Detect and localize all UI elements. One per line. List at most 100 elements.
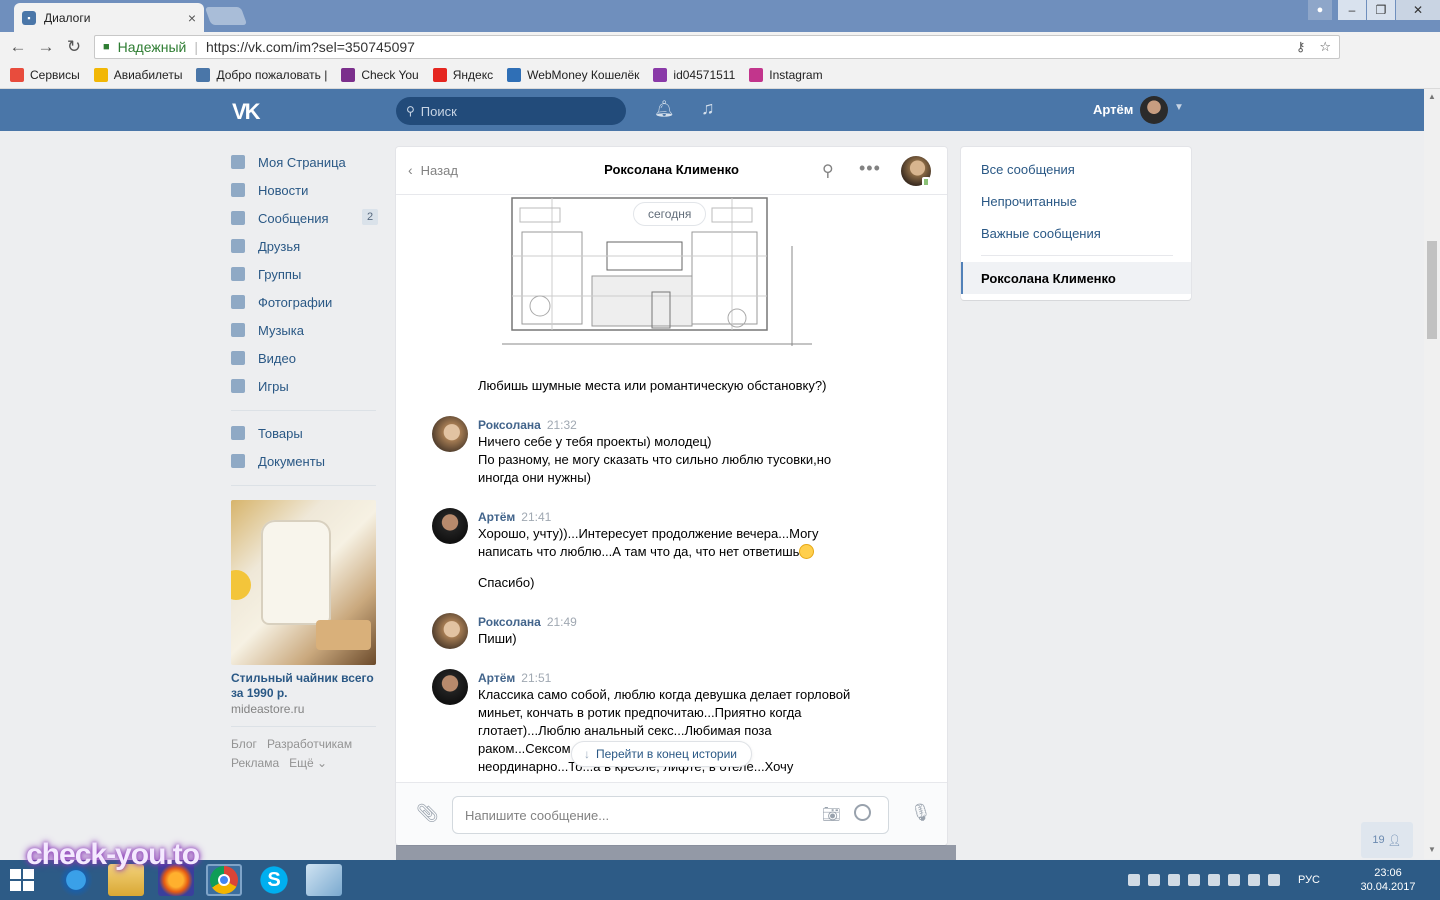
author-name[interactable]: Роксолана	[478, 615, 541, 629]
minimize-icon[interactable]: –	[1338, 0, 1366, 20]
footer-link-blog[interactable]: Блог	[231, 737, 257, 751]
sidebar-item-photos[interactable]: Фотографии	[231, 288, 381, 316]
network-icon[interactable]	[1247, 874, 1260, 886]
friends-online-button[interactable]: 19 👤︎	[1361, 822, 1413, 858]
page-scrollbar[interactable]: ▲ ▼	[1424, 89, 1440, 859]
jump-to-end-button[interactable]: ↓ Перейти в конец истории	[571, 741, 752, 767]
system-tray: РУС	[1120, 860, 1350, 900]
search-icon[interactable]: ⚲	[822, 161, 834, 181]
url-text[interactable]: https://vk.com/im?sel=350745097	[206, 39, 415, 55]
tray-app-icon[interactable]	[1167, 874, 1180, 886]
language-indicator[interactable]: РУС	[1298, 874, 1320, 886]
filter-important[interactable]: Важные сообщения	[961, 217, 1191, 249]
avatar[interactable]	[432, 613, 468, 649]
sidebar-item-games[interactable]: Игры	[231, 372, 381, 400]
more-dots-icon[interactable]: •••	[859, 158, 881, 179]
sidebar-item-label: Игры	[258, 378, 289, 394]
skype-icon[interactable]: S	[256, 864, 292, 896]
message-author[interactable]: Артём 21:51	[478, 671, 551, 685]
notepad-icon[interactable]	[306, 864, 342, 896]
chrome-icon[interactable]	[206, 864, 242, 896]
windows-start-icon[interactable]	[10, 869, 36, 891]
smiley-icon[interactable]	[854, 804, 871, 821]
ad-title[interactable]: Стильный чайник всего за 1990 р.	[231, 671, 376, 701]
bookmark-flights[interactable]: Авиабилеты	[93, 68, 182, 82]
tray-app-icon[interactable]	[1227, 874, 1240, 886]
browser-tab[interactable]: ▪ Диалоги ×	[14, 3, 204, 32]
camera-icon[interactable]: 📷︎	[822, 805, 841, 823]
author-name[interactable]: Артём	[478, 671, 515, 685]
sidebar-item-label: Фотографии	[258, 294, 333, 310]
bookmark-instagram[interactable]: Instagram	[749, 68, 823, 82]
scroll-down-icon[interactable]: ▼	[1428, 845, 1436, 854]
sidebar-item-groups[interactable]: Группы	[231, 260, 381, 288]
author-name[interactable]: Роксолана	[478, 418, 541, 432]
new-tab-button[interactable]	[204, 7, 248, 25]
bookmark-id[interactable]: id04571511	[653, 68, 735, 82]
tray-app-icon[interactable]	[1147, 874, 1160, 886]
apps-grid-icon	[10, 68, 24, 82]
sidebar-item-label: Видео	[258, 350, 296, 366]
sidebar-item-my-page[interactable]: Моя Страница	[231, 148, 381, 176]
bookmark-checkyou[interactable]: Check You	[341, 68, 419, 82]
sidebar-item-documents[interactable]: Документы	[231, 447, 381, 475]
sidebar-item-music[interactable]: Музыка	[231, 316, 381, 344]
bookmark-vk[interactable]: Добро пожаловать |	[196, 68, 327, 82]
filter-unread[interactable]: Непрочитанные	[961, 185, 1191, 217]
paperclip-icon[interactable]: 📎︎	[416, 803, 439, 824]
tray-app-icon[interactable]	[1187, 874, 1200, 886]
volume-icon[interactable]	[1267, 874, 1280, 886]
search-input[interactable]: ⚲ Поиск	[396, 97, 626, 125]
sidebar-item-goods[interactable]: Товары	[231, 419, 381, 447]
scroll-up-icon[interactable]: ▲	[1428, 92, 1436, 101]
sidebar-item-news[interactable]: Новости	[231, 176, 381, 204]
ad-image[interactable]	[231, 500, 376, 665]
forward-arrow-icon[interactable]: →	[32, 37, 60, 57]
bookmark-webmoney[interactable]: WebMoney Кошелёк	[507, 68, 639, 82]
reload-icon[interactable]: ↻	[60, 37, 88, 57]
flag-icon[interactable]	[1207, 874, 1220, 886]
profile-icon[interactable]: ●	[1308, 0, 1332, 20]
tray-app-icon[interactable]	[1127, 874, 1140, 886]
header-user-name[interactable]: Артём	[1093, 102, 1133, 117]
message-history[interactable]: сегодня Любишь шумные места или романтич…	[396, 196, 947, 782]
filter-all-messages[interactable]: Все сообщения	[961, 153, 1191, 185]
sidebar-item-friends[interactable]: Друзья	[231, 232, 381, 260]
yandex-icon	[432, 68, 447, 82]
taskbar-clock[interactable]: 23:06 30.04.2017	[1358, 866, 1418, 894]
address-bar[interactable]: ■ Надежный | https://vk.com/im?sel=35074…	[94, 35, 1340, 59]
restore-icon[interactable]: ❐	[1367, 0, 1395, 20]
notifications-bell-icon[interactable]: 🔔︎	[654, 99, 674, 119]
message-time: 21:32	[546, 418, 577, 432]
message-author[interactable]: Роксолана 21:49	[478, 615, 577, 629]
avatar[interactable]	[432, 508, 468, 544]
author-name[interactable]: Артём	[478, 510, 515, 524]
ad-domain[interactable]: mideastore.ru	[231, 702, 381, 716]
person-icon	[231, 239, 245, 253]
key-icon[interactable]: ⚷	[1296, 39, 1306, 55]
bookmark-star-icon[interactable]: ☆	[1319, 39, 1331, 55]
back-arrow-icon[interactable]: ←	[4, 37, 32, 57]
sidebar-item-video[interactable]: Видео	[231, 344, 381, 372]
sidebar-item-messages[interactable]: Сообщения 2	[231, 204, 381, 232]
avatar[interactable]	[432, 669, 468, 705]
close-window-icon[interactable]: ✕	[1396, 0, 1440, 20]
footer-link-developers[interactable]: Разработчикам	[267, 737, 352, 751]
music-note-icon[interactable]: ♫	[701, 98, 715, 119]
vk-icon	[196, 68, 211, 82]
bookmark-services[interactable]: Сервисы	[10, 68, 80, 82]
microphone-icon[interactable]: 🎙︎	[910, 803, 932, 823]
gamepad-icon	[231, 379, 245, 393]
filter-active-dialog[interactable]: Роксолана Клименко	[961, 262, 1191, 294]
scrollbar-thumb[interactable]	[1427, 241, 1437, 339]
bookmark-yandex[interactable]: Яндекс	[432, 68, 493, 82]
tab-close-icon[interactable]: ×	[188, 10, 196, 26]
header-avatar[interactable]	[1140, 96, 1168, 124]
footer-link-more[interactable]: Ещё ⌄	[289, 756, 327, 770]
footer-link-ads[interactable]: Реклама	[231, 756, 279, 770]
chevron-down-icon[interactable]: ▼	[1174, 102, 1184, 113]
message-author[interactable]: Артём 21:41	[478, 510, 551, 524]
avatar[interactable]	[432, 416, 468, 452]
vk-logo-icon[interactable]: VK	[232, 99, 261, 125]
message-author[interactable]: Роксолана 21:32	[478, 418, 577, 432]
